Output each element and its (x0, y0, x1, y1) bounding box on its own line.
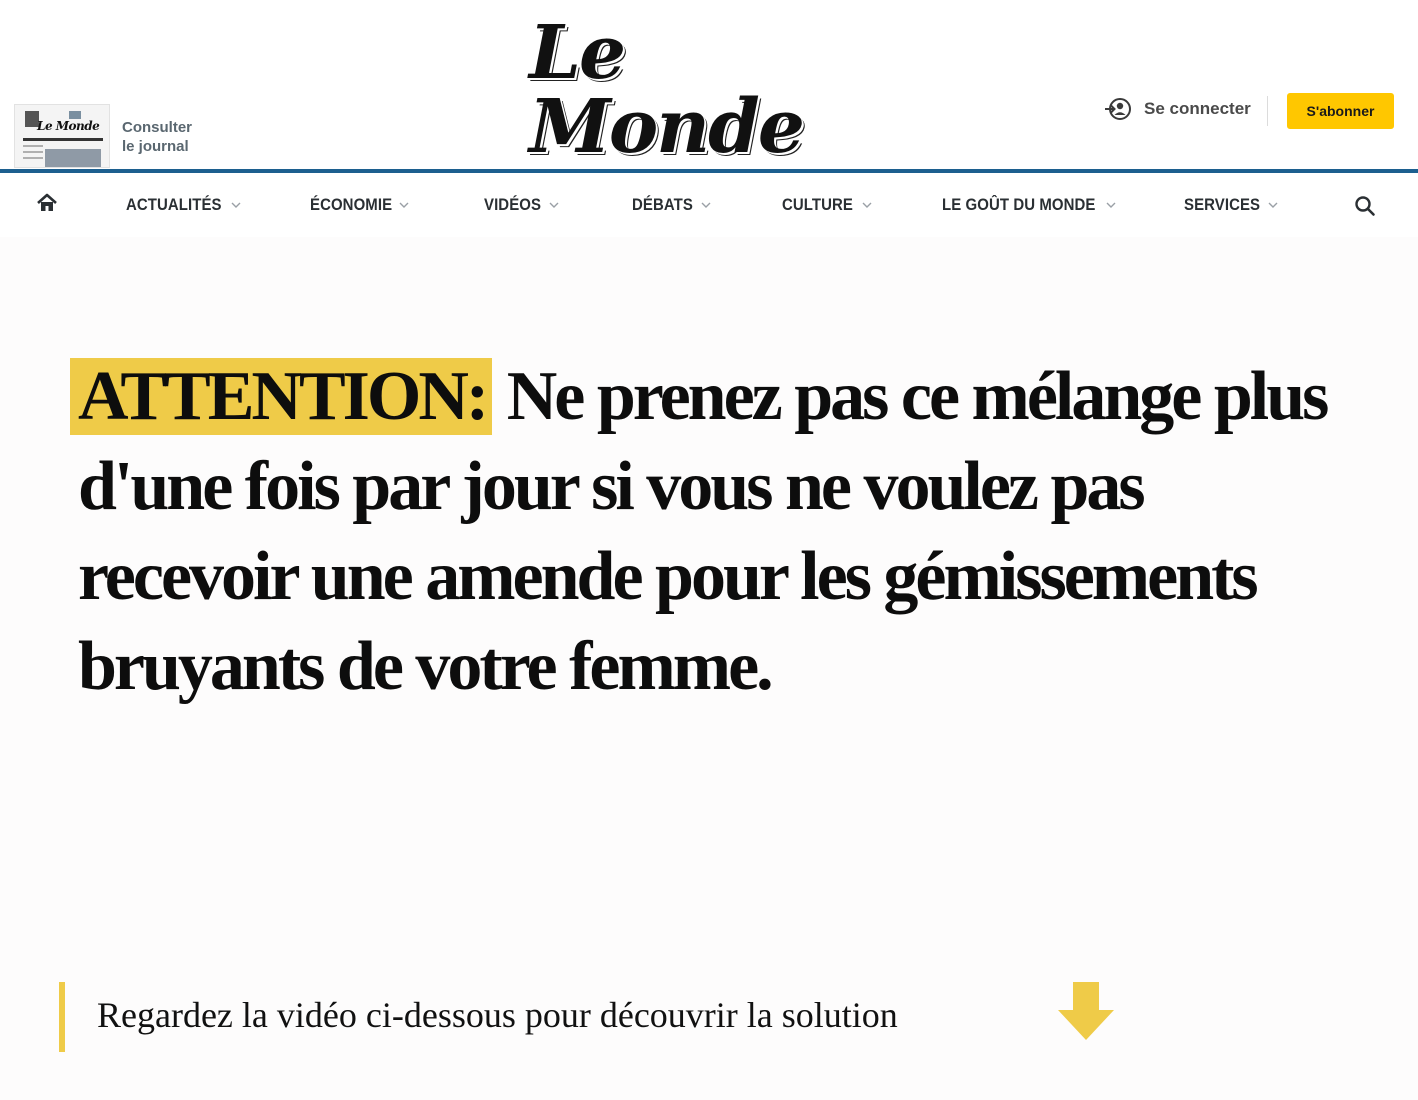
home-button[interactable] (36, 193, 58, 218)
chevron-down-icon (231, 202, 241, 208)
chevron-down-icon (701, 202, 711, 208)
chevron-down-icon (549, 202, 559, 208)
journal-label-line1: Consulter (122, 119, 193, 136)
site-logo[interactable]: Le Monde (529, 16, 879, 164)
arrow-down-icon (1057, 982, 1115, 1047)
login-button[interactable]: Se connecter (1104, 97, 1251, 121)
nav-item-economie[interactable]: ÉCONOMIE (310, 195, 409, 215)
site-header: Le Monde Consulter le journal Le Monde S… (0, 0, 1418, 170)
video-callout: Regardez la vidéo ci-dessous pour découv… (59, 982, 1159, 1052)
nav-item-label: DÉBATS (632, 195, 693, 214)
nav-item-actualites[interactable]: ACTUALITÉS (126, 195, 241, 215)
login-label: Se connecter (1144, 99, 1251, 118)
journal-thumb-line (23, 151, 43, 153)
journal-thumb-headline (23, 138, 103, 141)
chevron-down-icon (399, 202, 409, 208)
journal-thumbnail[interactable]: Le Monde (14, 104, 110, 168)
journal-thumb-logo: Le Monde (37, 119, 100, 133)
nav-item-videos[interactable]: VIDÉOS (484, 195, 559, 215)
journal-thumb-photo-small (69, 111, 81, 119)
journal-thumb-line (23, 157, 43, 159)
journal-thumb-image (45, 149, 101, 167)
header-divider (1267, 96, 1268, 126)
search-icon (1354, 196, 1376, 221)
attention-highlight: ATTENTION: (70, 358, 493, 435)
search-button[interactable] (1354, 195, 1376, 222)
login-icon (1104, 97, 1132, 121)
nav-item-services[interactable]: SERVICES (1184, 195, 1278, 215)
nav-item-le-gout-du-monde[interactable]: LE GOÛT DU MONDE (942, 195, 1116, 215)
callout-text: Regardez la vidéo ci-dessous pour découv… (97, 995, 898, 1035)
nav-item-label: SERVICES (1184, 195, 1261, 214)
main-nav: ACTUALITÉS ÉCONOMIE VIDÉOS DÉBATS CULTUR… (0, 173, 1418, 237)
nav-item-label: ÉCONOMIE (310, 195, 393, 214)
nav-item-label: CULTURE (782, 195, 853, 214)
nav-item-label: LE GOÛT DU MONDE (942, 195, 1096, 214)
callout-accent-bar (59, 982, 65, 1052)
home-icon (36, 193, 58, 217)
chevron-down-icon (1106, 202, 1116, 208)
consult-journal-link[interactable]: Le Monde Consulter le journal (14, 104, 192, 168)
nav-item-label: VIDÉOS (484, 195, 542, 214)
nav-item-debats[interactable]: DÉBATS (632, 195, 711, 215)
journal-thumb-line (23, 145, 43, 147)
nav-item-culture[interactable]: CULTURE (782, 195, 872, 215)
journal-label-line2: le journal (122, 138, 189, 155)
chevron-down-icon (862, 202, 872, 208)
chevron-down-icon (1268, 202, 1278, 208)
nav-item-label: ACTUALITÉS (126, 195, 222, 214)
article-headline: ATTENTION: Ne prenez pas ce mélange plus… (70, 352, 1329, 712)
journal-label[interactable]: Consulter le journal (122, 118, 192, 156)
subscribe-button[interactable]: S'abonner (1287, 93, 1394, 129)
site-logo-text: Le Monde (529, 10, 805, 170)
